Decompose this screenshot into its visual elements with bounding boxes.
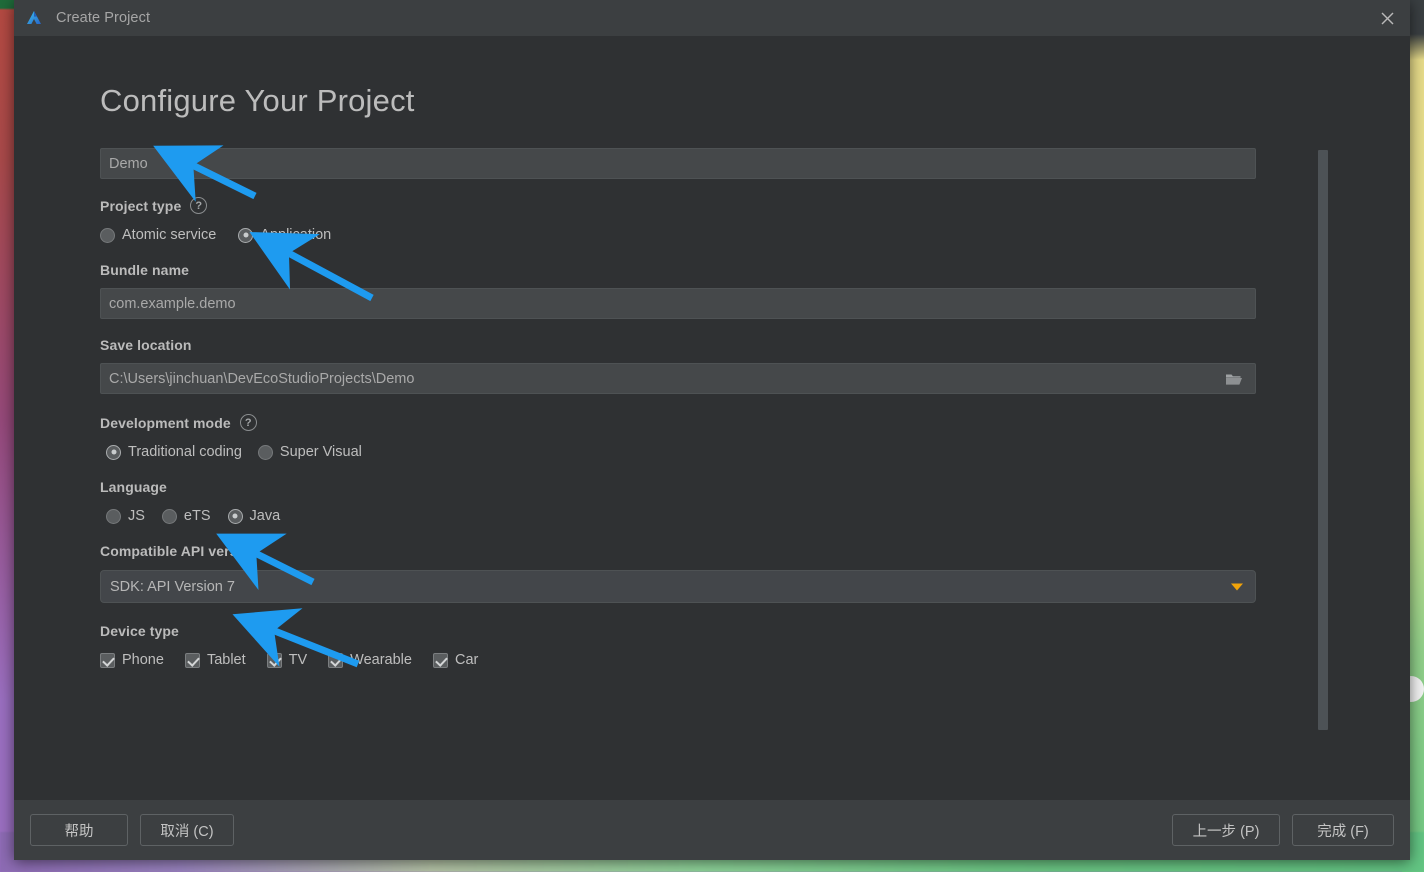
device-checkbox-car[interactable]: Car <box>432 652 479 668</box>
device-checkbox-tv[interactable]: TV <box>266 652 308 668</box>
checkbox-checked-icon <box>184 652 200 668</box>
radio-unselected-icon <box>161 508 177 524</box>
js-label: JS <box>128 508 145 524</box>
close-icon[interactable] <box>1364 0 1410 36</box>
api-version-label: Compatible API version <box>100 543 1256 559</box>
bundle-name-label: Bundle name <box>100 262 1256 278</box>
dialog-titlebar: Create Project <box>14 0 1410 36</box>
radio-unselected-icon <box>106 508 121 524</box>
traditional-coding-label: Traditional coding <box>128 444 242 460</box>
help-circle-icon[interactable]: ? <box>239 414 257 431</box>
development-mode-label-row: Development mode ? <box>100 414 1256 431</box>
device-checkbox-wearable[interactable]: Wearable <box>328 652 412 668</box>
screen: Create Project Configure Your Project De… <box>0 0 1424 872</box>
device-type-label-text: Device type <box>100 623 179 639</box>
checkbox-checked-icon <box>328 652 344 668</box>
project-type-label-row: Project type ? <box>100 197 1256 214</box>
page-title: Configure Your Project <box>100 83 415 118</box>
device-type-label: Device type <box>100 623 1256 639</box>
create-project-dialog: Create Project Configure Your Project De… <box>14 0 1410 860</box>
java-radio[interactable]: Java <box>227 508 281 524</box>
radio-selected-icon <box>106 444 121 460</box>
device-label-phone: Phone <box>122 652 164 668</box>
ets-radio[interactable]: eTS <box>161 508 211 524</box>
help-circle-icon[interactable]: ? <box>190 197 208 214</box>
cancel-button[interactable]: 取消 (C) <box>140 814 234 846</box>
api-version-value: SDK: API Version 7 <box>110 578 235 595</box>
device-label-car: Car <box>454 652 479 668</box>
bundle-name-label-text: Bundle name <box>100 262 190 278</box>
project-type-radio-group: Atomic service Application <box>100 227 1256 243</box>
project-name-input[interactable]: Demo <box>100 148 1256 179</box>
radio-unselected-icon <box>100 227 115 243</box>
save-location-value: C:\Users\jinchuan\DevEcoStudioProjects\D… <box>109 370 415 387</box>
language-label: Language <box>100 479 1256 495</box>
traditional-coding-radio[interactable]: Traditional coding <box>106 444 242 460</box>
radio-selected-icon <box>238 227 254 243</box>
radio-unselected-icon <box>257 444 273 460</box>
device-type-checkbox-group: Phone Tablet TV Wearable Car <box>100 652 1256 668</box>
dialog-footer: 帮助 取消 (C) 上一步 (P) 完成 (F) <box>14 800 1410 860</box>
js-radio[interactable]: JS <box>106 508 145 524</box>
atomic-service-label: Atomic service <box>122 227 217 243</box>
development-mode-radio-group: Traditional coding Super Visual <box>100 444 1256 460</box>
save-location-input[interactable]: C:\Users\jinchuan\DevEcoStudioProjects\D… <box>100 363 1256 394</box>
previous-button[interactable]: 上一步 (P) <box>1172 814 1280 846</box>
development-mode-label: Development mode <box>100 414 231 431</box>
language-radio-group: JS eTS Java <box>100 508 1256 524</box>
device-label-wearable: Wearable <box>350 652 412 668</box>
help-button[interactable]: 帮助 <box>30 814 128 846</box>
scrollbar-thumb[interactable] <box>1318 150 1328 730</box>
save-location-label-text: Save location <box>100 337 192 353</box>
atomic-service-radio[interactable]: Atomic service <box>100 227 216 243</box>
bundle-name-input[interactable]: com.example.demo <box>100 288 1256 319</box>
project-type-label: Project type <box>100 197 182 214</box>
super-visual-label: Super Visual <box>279 444 362 460</box>
api-version-label-text: Compatible API version <box>100 543 259 559</box>
save-location-label: Save location <box>100 337 1256 353</box>
java-label: Java <box>249 508 281 524</box>
deveco-studio-logo-icon <box>24 8 44 28</box>
device-checkbox-tablet[interactable]: Tablet <box>184 652 246 668</box>
checkbox-checked-icon <box>432 652 448 668</box>
finish-button[interactable]: 完成 (F) <box>1292 814 1394 846</box>
dialog-body: Configure Your Project Demo Project type… <box>14 36 1410 800</box>
api-version-combo[interactable]: SDK: API Version 7 <box>100 570 1256 603</box>
help-glyph: ? <box>195 199 203 212</box>
project-config-form: Demo Project type ? Atomic service Appli… <box>100 148 1256 668</box>
application-radio[interactable]: Application <box>238 227 331 243</box>
device-label-tablet: Tablet <box>206 652 246 668</box>
checkbox-checked-icon <box>266 652 282 668</box>
folder-icon[interactable] <box>1214 365 1254 394</box>
language-label-text: Language <box>100 479 167 495</box>
radio-selected-icon <box>227 508 243 524</box>
super-visual-radio[interactable]: Super Visual <box>257 444 362 460</box>
device-checkbox-phone[interactable]: Phone <box>100 652 164 668</box>
project-name-value: Demo <box>109 155 148 172</box>
bundle-name-value: com.example.demo <box>109 295 236 312</box>
checkbox-checked-icon <box>100 652 115 668</box>
application-label: Application <box>260 227 332 243</box>
device-label-tv: TV <box>288 652 308 668</box>
ets-label: eTS <box>183 508 211 524</box>
dialog-title: Create Project <box>56 10 151 26</box>
chevron-down-icon <box>1231 583 1243 590</box>
help-glyph: ? <box>244 416 252 429</box>
